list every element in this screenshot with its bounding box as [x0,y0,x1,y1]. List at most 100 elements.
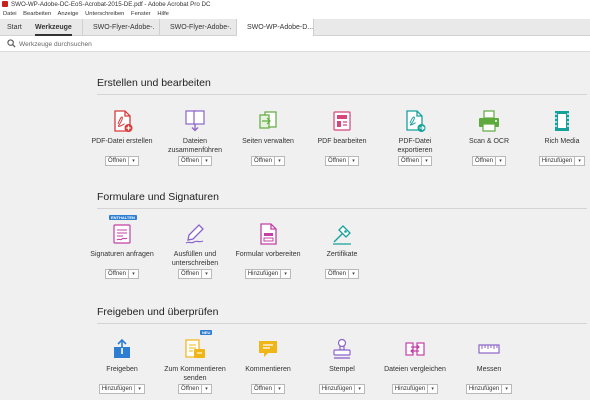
open-button[interactable]: Öffnen [105,156,129,166]
tools-search-bar [0,36,590,52]
section-divider [97,208,587,209]
menu-view[interactable]: Anzeige [58,11,79,17]
open-button[interactable]: Öffnen [325,156,349,166]
measure-icon [477,337,501,361]
chevron-down-icon[interactable]: ▾ [201,269,212,279]
fill-sign-icon [183,222,207,246]
chevron-down-icon[interactable]: ▾ [575,156,586,166]
open-button[interactable]: Öffnen [251,156,275,166]
tool-label: Dateien zusammenführen [167,138,223,154]
tool-request-signatures[interactable]: ENTHALTEN Signaturen anfragen Öffnen ▾ [84,215,160,279]
add-button[interactable]: Hinzufügen [318,384,356,394]
tool-rich-media[interactable]: Rich Media Hinzufügen ▾ [524,109,590,166]
open-button[interactable]: Öffnen [105,269,129,279]
tool-label: Zertifikate [326,251,358,258]
tab-document-3[interactable]: SWO-WP-Adobe-D... [236,19,314,36]
tool-share[interactable]: Freigeben Hinzufügen ▾ [84,337,160,394]
tool-fill-sign[interactable]: Ausfüllen und unterschreiben Öffnen ▾ [157,222,233,279]
tool-combine-files[interactable]: Dateien zusammenführen Öffnen ▾ [157,109,233,166]
chevron-down-icon[interactable]: ▾ [128,156,139,166]
tool-label: Scan & OCR [468,138,510,145]
chevron-down-icon[interactable]: ▾ [201,156,212,166]
add-button[interactable]: Hinzufügen [98,384,136,394]
open-button[interactable]: Öffnen [178,156,202,166]
menu-help[interactable]: Hilfe [157,11,169,17]
add-button[interactable]: Hinzufügen [465,384,503,394]
export-pdf-icon [403,109,427,133]
stamp-icon [330,337,354,361]
edit-pdf-icon [330,109,354,133]
tool-compare-files[interactable]: Dateien vergleichen Hinzufügen ▾ [377,337,453,394]
open-button[interactable]: Öffnen [178,269,202,279]
section-title-share-review: Freigeben und überprüfen [97,306,219,318]
tool-export-pdf[interactable]: PDF-Datei exportieren Öffnen ▾ [377,109,453,166]
tool-label: Formular vorbereiten [235,251,301,258]
open-button[interactable]: Öffnen [325,269,349,279]
chevron-down-icon[interactable]: ▾ [274,384,285,394]
tool-certificates[interactable]: Zertifikate Öffnen ▾ [304,222,380,279]
tab-document-1[interactable]: SWO-Flyer-Adobe-... [82,19,155,36]
menu-bar: Datei Bearbeiten Anzeige Unterschreiben … [0,10,590,19]
comment-icon [256,337,280,361]
chevron-down-icon[interactable]: ▾ [495,156,506,166]
section-title-create-edit: Erstellen und bearbeiten [97,77,211,89]
tool-label: Seiten verwalten [242,138,294,145]
tool-label: PDF-Datei exportieren [397,138,433,154]
add-button[interactable]: Hinzufügen [538,156,576,166]
chevron-down-icon[interactable]: ▾ [128,269,139,279]
tool-label: Zum Kommentieren senden [164,366,226,382]
chevron-down-icon[interactable]: ▾ [355,384,366,394]
search-icon [7,39,16,48]
menu-file[interactable]: Datei [3,11,17,17]
menu-window[interactable]: Fenster [131,11,151,17]
chevron-down-icon[interactable]: ▾ [428,384,439,394]
open-button[interactable]: Öffnen [251,384,275,394]
chevron-down-icon[interactable]: ▾ [348,269,359,279]
window-title: SWO-WP-Adobe-DC-EoS-Acrobat-2015-DE.pdf … [11,1,211,8]
tab-tools[interactable]: Werkzeuge [35,19,72,36]
prepare-form-icon [256,222,280,246]
included-badge: ENTHALTEN [109,215,137,220]
chevron-down-icon[interactable]: ▾ [135,384,146,394]
tool-label: PDF bearbeiten [317,138,367,145]
tool-label: Messen [476,366,502,373]
tool-send-for-comments[interactable]: NEU Zum Kommentieren senden Öffnen ▾ [157,330,233,394]
menu-edit[interactable]: Bearbeiten [23,11,51,17]
tool-label: Dateien vergleichen [384,366,446,373]
chevron-down-icon[interactable]: ▾ [421,156,432,166]
window-titlebar: SWO-WP-Adobe-DC-EoS-Acrobat-2015-DE.pdf … [0,0,590,10]
tool-label: Signaturen anfragen [90,251,154,258]
acrobat-app-icon [2,0,8,7]
menu-sign[interactable]: Unterschreiben [85,11,124,17]
chevron-down-icon[interactable]: ▾ [348,156,359,166]
tool-edit-pdf[interactable]: PDF bearbeiten Öffnen ▾ [304,109,380,166]
tool-organize-pages[interactable]: Seiten verwalten Öffnen ▾ [230,109,306,166]
section-divider [97,94,587,95]
open-button[interactable]: Öffnen [398,156,422,166]
tool-label: Ausfüllen und unterschreiben [171,251,219,267]
tools-search-input[interactable] [19,38,219,50]
add-button[interactable]: Hinzufügen [244,269,282,279]
tool-scan-ocr[interactable]: Scan & OCR Öffnen ▾ [451,109,527,166]
rich-media-icon [550,109,574,133]
section-divider [97,323,587,324]
tool-label: Stempel [329,366,355,373]
new-badge: NEU [200,330,213,335]
tool-comment[interactable]: Kommentieren Öffnen ▾ [230,337,306,394]
create-pdf-icon [110,109,134,133]
open-button[interactable]: Öffnen [472,156,496,166]
share-icon [110,337,134,361]
tool-prepare-form[interactable]: Formular vorbereiten Hinzufügen ▾ [230,222,306,279]
tool-create-pdf[interactable]: PDF-Datei erstellen Öffnen ▾ [84,109,160,166]
tool-stamp[interactable]: Stempel Hinzufügen ▾ [304,337,380,394]
request-signatures-icon [110,222,134,246]
tool-measure[interactable]: Messen Hinzufügen ▾ [451,337,527,394]
open-button[interactable]: Öffnen [178,384,202,394]
chevron-down-icon[interactable]: ▾ [281,269,292,279]
tab-start[interactable]: Start [7,19,22,36]
chevron-down-icon[interactable]: ▾ [201,384,212,394]
chevron-down-icon[interactable]: ▾ [502,384,513,394]
add-button[interactable]: Hinzufügen [391,384,429,394]
chevron-down-icon[interactable]: ▾ [274,156,285,166]
tab-document-2[interactable]: SWO-Flyer-Adobe-... [159,19,232,36]
